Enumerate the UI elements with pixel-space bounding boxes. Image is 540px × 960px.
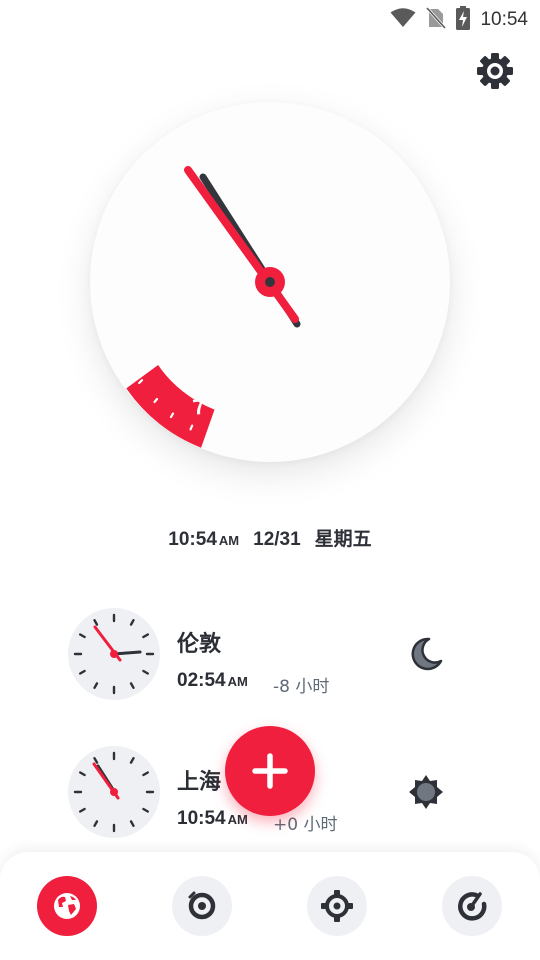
battery-charging-icon xyxy=(456,6,471,34)
city-name: 伦敦 xyxy=(177,632,222,657)
alarm-icon xyxy=(188,891,216,920)
city-row-london[interactable]: 伦敦 02:54 AM -8 小时 xyxy=(0,608,540,708)
nav-stopwatch[interactable] xyxy=(307,876,367,936)
nav-timer[interactable] xyxy=(442,876,502,936)
no-sim-icon xyxy=(426,6,447,33)
sun-icon xyxy=(406,772,446,812)
city-offset: -8 小时 xyxy=(273,677,330,697)
city-time: 10:54 AM xyxy=(177,808,248,829)
globe-icon xyxy=(54,893,80,919)
bottom-nav xyxy=(0,852,540,960)
main-clock: 7 xyxy=(90,102,450,462)
city-time: 02:54 AM xyxy=(177,670,248,691)
current-weekday: 星期五 xyxy=(314,529,372,550)
gear-icon xyxy=(477,53,513,89)
status-bar: 10:54 xyxy=(0,0,540,36)
hour-hand xyxy=(184,166,299,323)
moon-icon xyxy=(406,634,446,674)
settings-button[interactable] xyxy=(476,52,514,90)
stopwatch-icon xyxy=(321,890,353,922)
mini-clock xyxy=(68,608,160,700)
timer-badge: 7 xyxy=(191,393,207,419)
timer-icon xyxy=(458,892,487,921)
add-city-button[interactable] xyxy=(225,726,315,816)
date-line: 10:54 AM 12/31 星期五 xyxy=(0,524,540,551)
nav-world-clock[interactable] xyxy=(37,876,97,936)
wifi-icon xyxy=(390,8,416,32)
mini-clock xyxy=(68,746,160,838)
current-time: 10:54 xyxy=(168,529,217,550)
nav-alarm[interactable] xyxy=(172,876,232,936)
status-time: 10:54 xyxy=(480,9,528,30)
timer-arc: 7 xyxy=(126,365,215,448)
plus-icon xyxy=(252,753,288,789)
current-date: 12/31 xyxy=(253,529,301,550)
current-ampm: AM xyxy=(218,533,240,548)
city-name: 上海 xyxy=(177,770,222,795)
